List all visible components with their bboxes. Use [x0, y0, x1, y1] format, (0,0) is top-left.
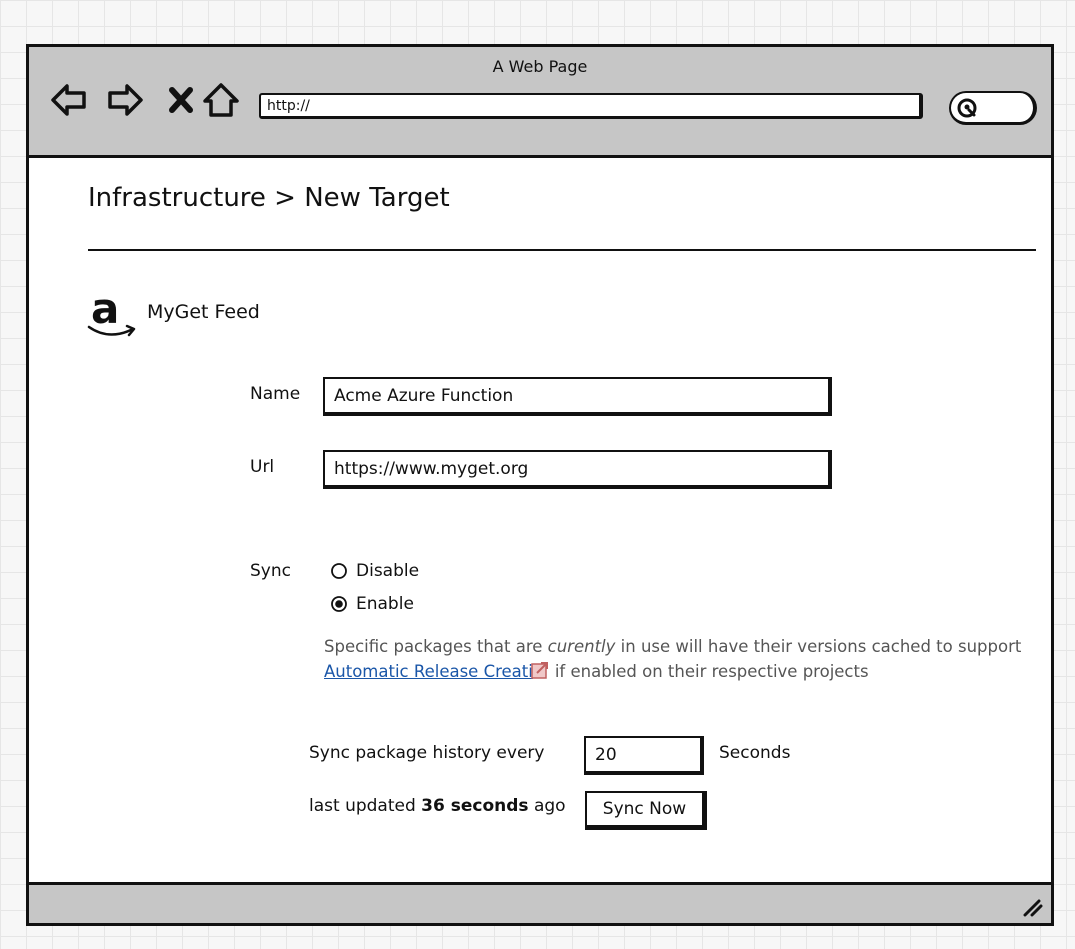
sync-interval-input[interactable]	[584, 736, 704, 775]
sync-option-enable[interactable]: Enable	[330, 594, 414, 614]
name-input[interactable]	[323, 377, 832, 416]
interval-unit-label: Seconds	[719, 743, 791, 763]
provider-name: MyGet Feed	[147, 301, 260, 323]
help-text-emphasis: curently	[547, 637, 616, 656]
last-updated-text: last updated 36 seconds ago	[309, 796, 566, 816]
last-updated-prefix: last updated	[309, 796, 422, 816]
search-field[interactable]	[949, 91, 1037, 125]
radio-unchecked-icon	[331, 563, 347, 579]
address-bar[interactable]	[259, 93, 923, 119]
divider	[88, 249, 1036, 251]
url-input[interactable]	[323, 450, 832, 489]
sync-interval-label: Sync package history every	[309, 743, 545, 763]
browser-window: A Web Page Infrastructure > New Target a	[26, 44, 1054, 926]
external-link-icon[interactable]	[531, 661, 549, 679]
back-icon[interactable]	[49, 80, 89, 120]
url-label: Url	[250, 457, 275, 477]
name-label: Name	[250, 384, 301, 404]
sync-help-text: Specific packages that are curently in u…	[324, 634, 1024, 684]
help-text-part: if enabled on their respective projects	[554, 662, 869, 681]
search-icon	[957, 98, 977, 118]
last-updated-value: 36 seconds	[421, 796, 529, 816]
status-bar	[29, 882, 1051, 923]
sync-option-label: Disable	[356, 561, 420, 581]
window-title: A Web Page	[492, 57, 588, 76]
sync-option-disable[interactable]: Disable	[330, 561, 419, 581]
amazon-logo-icon: a	[87, 287, 136, 337]
radio-checked-icon	[331, 596, 347, 612]
browser-chrome: A Web Page	[29, 47, 1051, 158]
help-text-part: in use will have their versions cached t…	[615, 637, 1022, 656]
stop-icon[interactable]	[161, 80, 201, 120]
svg-text:a: a	[91, 287, 119, 333]
sync-option-label: Enable	[356, 594, 414, 614]
resize-grip-icon[interactable]	[1021, 895, 1043, 917]
home-icon[interactable]	[201, 80, 241, 120]
last-updated-suffix: ago	[528, 796, 566, 816]
sync-label: Sync	[250, 561, 291, 581]
forward-icon[interactable]	[105, 80, 145, 120]
sync-now-button[interactable]: Sync Now	[585, 791, 707, 830]
breadcrumb: Infrastructure > New Target	[88, 183, 450, 213]
help-text-part: Specific packages that are	[324, 637, 548, 656]
automatic-release-creation-link[interactable]: Automatic Release Creati	[324, 662, 533, 681]
